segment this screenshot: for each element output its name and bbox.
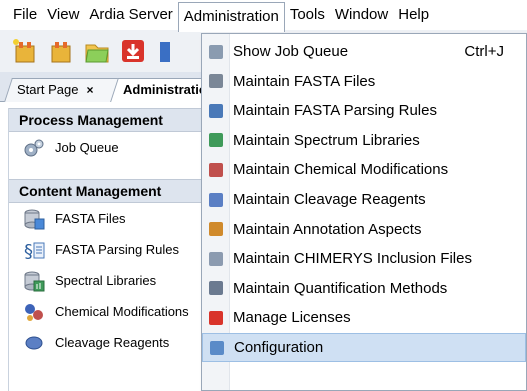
menu-item-maintain-chemical-modifications[interactable]: Maintain Chemical Modifications (202, 155, 526, 184)
gears-icon (202, 44, 230, 59)
download-button[interactable] (118, 36, 148, 66)
menu-item-label: Maintain Quantification Methods (233, 279, 448, 297)
administration-dropdown-menu: Show Job Queue Ctrl+J Maintain FASTA Files… (201, 33, 527, 391)
download-icon (122, 40, 144, 62)
panel-item-label: Job Queue (55, 140, 119, 155)
menu-item-label: Maintain Annotation Aspects (233, 220, 422, 238)
svg-text:§: § (24, 241, 33, 261)
menu-item-maintain-fasta-parsing-rules[interactable]: Maintain FASTA Parsing Rules (202, 96, 526, 125)
menu-help[interactable]: Help (393, 2, 434, 28)
menu-item-maintain-quantification-methods[interactable]: Maintain Quantification Methods (202, 274, 526, 303)
panel-item-label: Cleavage Reagents (55, 335, 170, 350)
menu-bar: File View Ardia Server Administration To… (0, 0, 527, 32)
study-icon (51, 42, 71, 63)
spectral-library-icon (24, 271, 45, 291)
menu-tools[interactable]: Tools (285, 2, 330, 28)
folder-icon (85, 44, 109, 63)
blue-tool-icon (160, 42, 170, 62)
open-folder-button[interactable] (82, 36, 112, 66)
tab-close-icon[interactable]: × (86, 83, 93, 97)
new-study-button[interactable] (10, 36, 40, 66)
menu-item-label: Maintain Chemical Modifications (233, 161, 449, 179)
database-icon (202, 74, 230, 89)
menu-item-label: Maintain Spectrum Libraries (233, 131, 420, 149)
menu-item-label: Maintain Cleavage Reagents (233, 191, 426, 208)
gears-icon (24, 139, 44, 156)
menu-ardia-server[interactable]: Ardia Server (84, 2, 177, 28)
quantification-icon (202, 281, 230, 296)
process-management-header: Process Management (9, 108, 208, 132)
annotation-icon (202, 222, 230, 237)
study-sparkle-icon (13, 39, 35, 63)
menu-item-maintain-annotation-aspects[interactable]: Maintain Annotation Aspects (202, 215, 526, 244)
panel-item-fasta-files[interactable]: FASTA Files (9, 203, 208, 234)
cleavage-icon (202, 192, 230, 207)
database-icon (24, 209, 45, 229)
parsing-rules-icon (202, 103, 230, 118)
menu-item-label: Maintain FASTA Parsing Rules (233, 102, 437, 120)
tab-start-page-label: Start Page (17, 82, 79, 97)
menu-window[interactable]: Window (330, 2, 393, 28)
cleavage-icon (25, 336, 43, 349)
content-management-header: Content Management (9, 179, 208, 203)
panel-item-fasta-parsing-rules[interactable]: § FASTA Parsing Rules (9, 234, 208, 265)
menu-item-configuration[interactable]: Configuration (202, 333, 526, 362)
menu-item-shortcut: Ctrl+J (464, 43, 504, 60)
spectral-library-icon (202, 133, 230, 148)
open-study-button[interactable] (46, 36, 76, 66)
panel-item-label: FASTA Files (55, 211, 126, 226)
menu-item-label: Manage Licenses (233, 309, 351, 327)
menu-view[interactable]: View (42, 2, 84, 28)
menu-item-manage-licenses[interactable]: Manage Licenses (202, 303, 526, 332)
menu-item-label: Maintain FASTA Files (233, 72, 376, 90)
configuration-icon (203, 340, 231, 355)
menu-item-label: Maintain CHIMERYS Inclusion Files (233, 250, 472, 268)
panel-item-job-queue[interactable]: Job Queue (9, 132, 208, 163)
menu-item-maintain-fasta-files[interactable]: Maintain FASTA Files (202, 67, 526, 96)
menu-item-maintain-chimerys-inclusion-files[interactable]: Maintain CHIMERYS Inclusion Files (202, 244, 526, 273)
license-icon (202, 310, 230, 325)
panel-item-label: Spectral Libraries (55, 273, 157, 288)
toolbar-more-button[interactable] (154, 36, 184, 66)
panel-item-chemical-modifications[interactable]: Chemical Modifications (9, 296, 208, 327)
tab-start-page[interactable]: Start Page × (4, 78, 120, 102)
parsing-rules-icon: § (24, 241, 45, 261)
panel-item-cleavage-reagents[interactable]: Cleavage Reagents (9, 327, 208, 358)
menu-item-show-job-queue[interactable]: Show Job Queue Ctrl+J (202, 37, 526, 66)
panel-item-label: Chemical Modifications (55, 304, 189, 319)
menu-item-label: Configuration (234, 339, 324, 356)
molecule-icon (202, 162, 230, 177)
menu-item-maintain-spectrum-libraries[interactable]: Maintain Spectrum Libraries (202, 126, 526, 155)
menu-item-maintain-cleavage-reagents[interactable]: Maintain Cleavage Reagents (202, 185, 526, 214)
panel-item-spectral-libraries[interactable]: Spectral Libraries (9, 265, 208, 296)
menu-item-label: Show Job Queue (233, 43, 349, 60)
menu-administration[interactable]: Administration (177, 2, 285, 32)
admin-panel: Process Management Job Queue Content Man… (8, 108, 208, 391)
menu-file[interactable]: File (8, 2, 42, 28)
chimerys-icon (202, 251, 230, 266)
molecule-icon (25, 303, 43, 321)
panel-item-label: FASTA Parsing Rules (55, 242, 180, 257)
